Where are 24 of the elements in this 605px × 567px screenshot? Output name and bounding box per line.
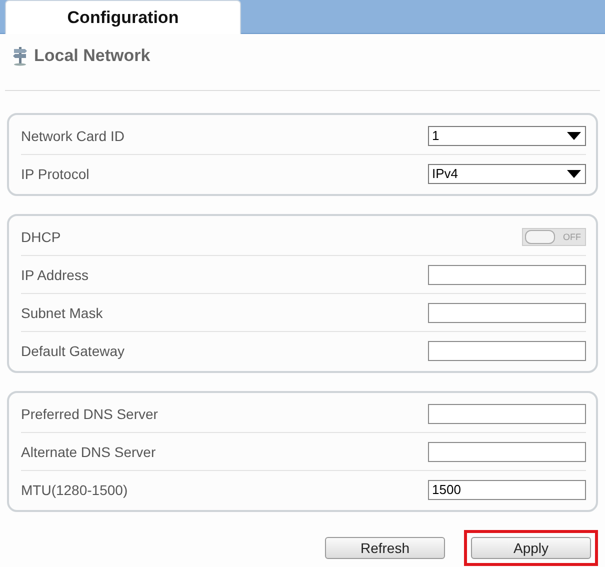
field-label: Subnet Mask: [21, 304, 103, 320]
field-label: IP Protocol: [21, 166, 90, 182]
dropdown[interactable]: 1: [428, 126, 586, 146]
field-label: IP Address: [21, 266, 88, 282]
caret-icon: [567, 170, 581, 178]
page-title: Local Network: [34, 46, 150, 66]
caret-icon: [567, 132, 581, 140]
field-label: Network Card ID: [21, 128, 124, 144]
input-field[interactable]: [428, 264, 586, 284]
field-label: MTU(1280-1500): [21, 482, 128, 498]
field-label: Alternate DNS Server: [21, 444, 156, 460]
signpost-icon: [12, 46, 28, 66]
refresh-button[interactable]: Refresh: [325, 537, 445, 559]
field-label: DHCP: [21, 228, 61, 244]
input-field[interactable]: [428, 302, 586, 322]
dropdown[interactable]: IPv4: [428, 164, 586, 184]
apply-button[interactable]: Apply: [471, 537, 591, 559]
tab[interactable]: Configuration: [5, 0, 241, 34]
field-label: Default Gateway: [21, 342, 124, 358]
input-field[interactable]: [428, 340, 586, 360]
input-field[interactable]: 1500: [428, 480, 586, 500]
input-field[interactable]: [428, 442, 586, 462]
field-label: Preferred DNS Server: [21, 406, 158, 422]
input-field[interactable]: [428, 404, 586, 424]
